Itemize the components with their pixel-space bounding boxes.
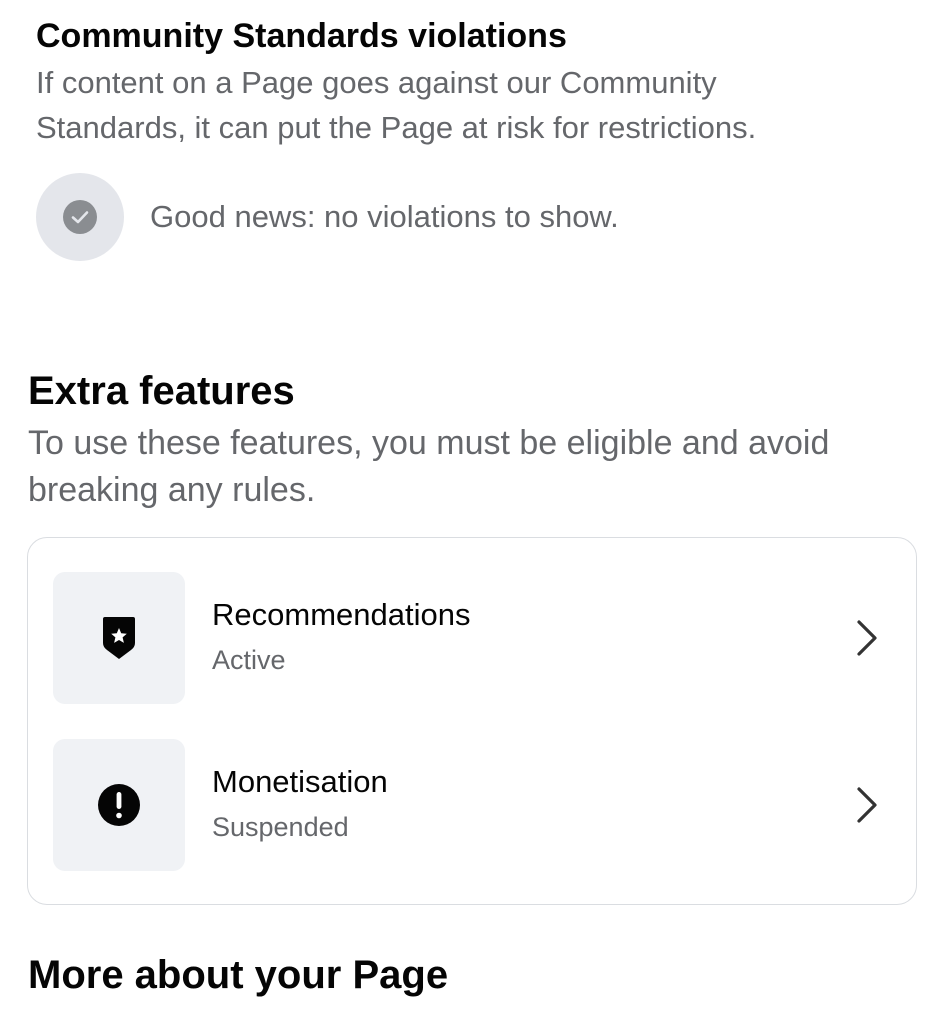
feature-label: Monetisation	[212, 764, 388, 799]
status-circle	[36, 173, 124, 261]
page: Community Standards violations If conten…	[0, 0, 945, 1020]
violations-status-text: Good news: no violations to show.	[150, 199, 619, 234]
chevron-right-icon	[857, 620, 877, 656]
more-about-page-title: More about your Page	[28, 953, 449, 997]
chevron-right-icon	[857, 787, 877, 823]
checkmark-circle-icon	[63, 200, 97, 234]
feature-icon-box	[53, 572, 185, 704]
extra-features-title: Extra features	[28, 369, 295, 413]
feature-icon-box	[53, 739, 185, 871]
community-standards-description: If content on a Page goes against our Co…	[36, 65, 757, 145]
community-standards-title: Community Standards violations	[36, 17, 567, 55]
violations-status-row: Good news: no violations to show.	[36, 173, 619, 261]
feature-status: Active	[212, 645, 286, 675]
exclamation-circle-icon	[98, 784, 140, 826]
feature-status: Suspended	[212, 812, 349, 842]
feature-row-recommendations[interactable]: Recommendations Active	[53, 572, 893, 704]
feature-row-monetisation[interactable]: Monetisation Suspended	[53, 739, 893, 871]
extra-features-card: Recommendations Active Monetisation Susp…	[27, 537, 917, 905]
feature-label: Recommendations	[212, 597, 471, 632]
shield-star-icon	[103, 617, 135, 659]
extra-features-description: To use these features, you must be eligi…	[28, 424, 830, 509]
